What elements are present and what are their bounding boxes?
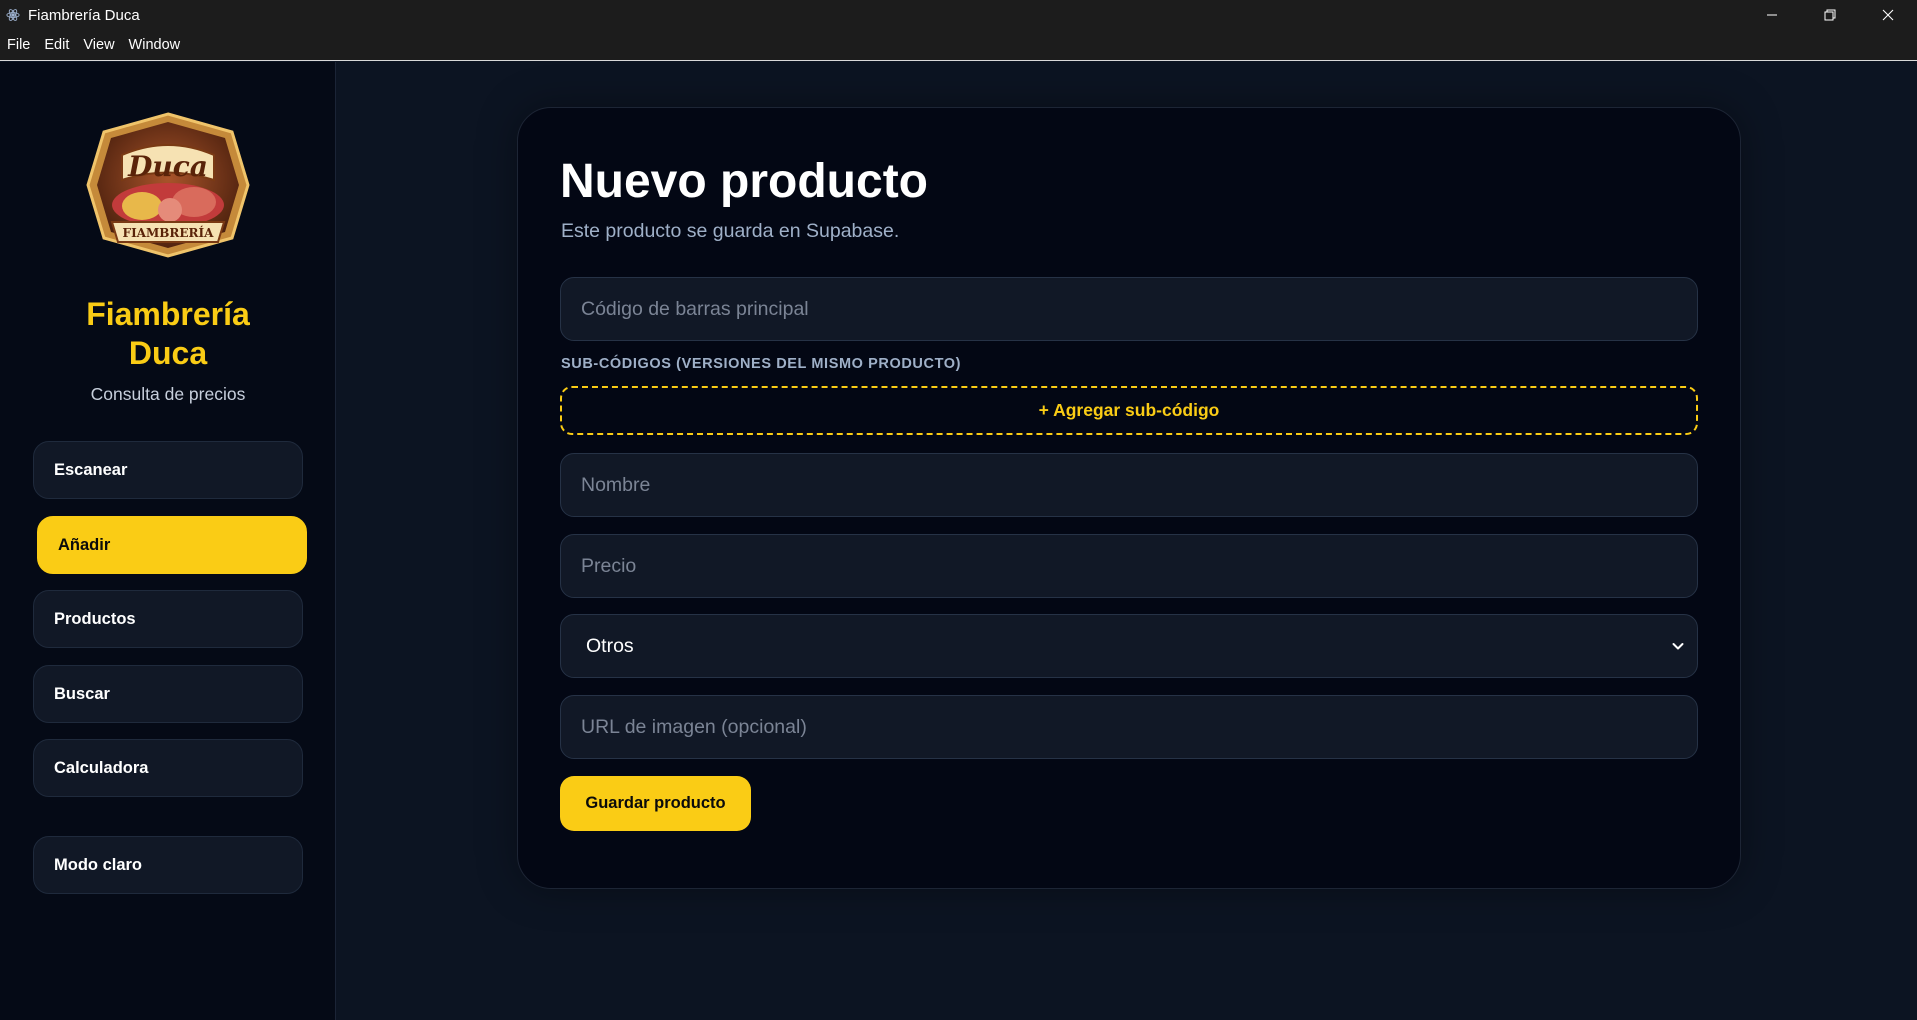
nav-label: Escanear xyxy=(54,460,128,479)
menu-window[interactable]: Window xyxy=(122,30,188,61)
close-button[interactable] xyxy=(1859,0,1917,30)
nav-label: Añadir xyxy=(58,535,111,554)
nav-calculadora[interactable]: Calculadora xyxy=(33,739,303,797)
nav-buscar[interactable]: Buscar xyxy=(33,665,303,723)
electron-app-icon xyxy=(6,9,20,21)
logo-banner-text: FIAMBRERÍA xyxy=(123,225,215,240)
menu-file[interactable]: File xyxy=(0,30,37,61)
page-title: Nuevo producto xyxy=(560,155,928,208)
nav-label: Buscar xyxy=(54,684,110,703)
nav-label: Calculadora xyxy=(54,758,149,777)
page-subtitle: Este producto se guarda en Supabase. xyxy=(561,220,900,242)
category-selected-value: Otros xyxy=(586,634,634,657)
nav-productos[interactable]: Productos xyxy=(33,590,303,648)
window-title: Fiambrería Duca xyxy=(28,6,140,24)
window-controls xyxy=(1743,0,1917,30)
nav-label: Productos xyxy=(54,609,136,628)
theme-toggle-button[interactable]: Modo claro xyxy=(33,836,303,894)
title-bar: Fiambrería Duca xyxy=(0,0,1917,30)
nav-escanear[interactable]: Escanear xyxy=(33,441,303,499)
chevron-down-icon xyxy=(1672,643,1684,650)
new-product-card: Nuevo producto Este producto se guarda e… xyxy=(517,107,1741,889)
close-icon xyxy=(1882,9,1894,21)
subcodes-label: SUB-CÓDIGOS (VERSIONES DEL MISMO PRODUCT… xyxy=(561,356,962,372)
theme-toggle-label: Modo claro xyxy=(54,855,143,874)
logo-text: Duca xyxy=(127,150,208,183)
add-subcode-button[interactable]: + Agregar sub-código xyxy=(560,386,1698,435)
image-url-input[interactable] xyxy=(560,695,1698,759)
brand-name: Fiambrería Duca xyxy=(86,296,250,371)
barcode-input[interactable] xyxy=(560,277,1698,341)
restore-icon xyxy=(1824,9,1836,21)
menu-view[interactable]: View xyxy=(76,30,121,61)
category-select[interactable]: Otros xyxy=(560,614,1698,678)
price-input[interactable] xyxy=(560,534,1698,598)
brand-subtitle: Consulta de precios xyxy=(90,384,246,404)
duca-logo: Duca FIAMBRERÍA xyxy=(86,112,250,258)
menu-bar: File Edit View Window xyxy=(0,30,1917,61)
name-input[interactable] xyxy=(560,453,1698,517)
save-product-button[interactable]: Guardar producto xyxy=(560,776,751,831)
nav-anadir[interactable]: Añadir xyxy=(37,516,307,574)
minimize-button[interactable] xyxy=(1743,0,1801,30)
menu-edit[interactable]: Edit xyxy=(37,30,76,61)
sidebar: Duca FIAMBRERÍA Fiambrería Duca Consulta… xyxy=(0,62,336,1020)
main-content: Nuevo producto Este producto se guarda e… xyxy=(336,62,1917,1020)
minimize-icon xyxy=(1767,14,1777,16)
restore-button[interactable] xyxy=(1801,0,1859,30)
